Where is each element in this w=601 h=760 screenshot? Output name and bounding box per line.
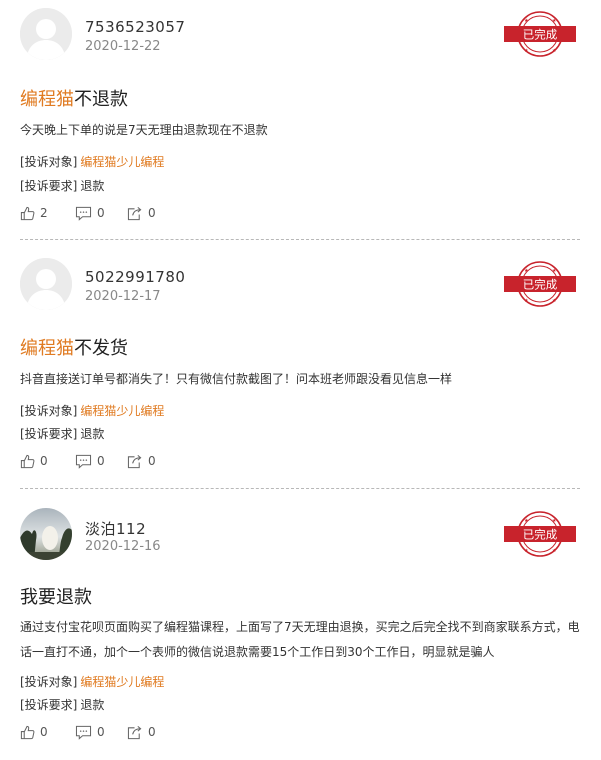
comment-count: 0 (97, 454, 105, 468)
like-button[interactable]: 0 (20, 722, 48, 742)
target-link[interactable]: 编程猫少儿编程 (80, 155, 164, 169)
demand-value: 退款 (80, 698, 105, 712)
avatar[interactable] (20, 508, 72, 560)
title-text: 不退款 (74, 89, 128, 110)
complaint-target-row: [投诉对象] 编程猫少儿编程 (20, 402, 164, 419)
post-date: 2020-12-22 (85, 39, 161, 54)
post-body: 通过支付宝花呗页面购买了编程猫课程，上面写了7天无理由退换，买完之后完全找不到商… (20, 620, 580, 659)
divider (20, 239, 580, 240)
post-date: 2020-12-16 (85, 539, 161, 554)
title-brand: 编程猫 (20, 338, 74, 359)
share-icon (127, 454, 142, 468)
comment-icon (75, 454, 92, 469)
comment-icon (75, 725, 92, 740)
like-count: 0 (40, 725, 48, 739)
demand-value: 退款 (80, 427, 105, 441)
share-count: 0 (148, 725, 156, 739)
stamp-label: 已完成 (523, 528, 558, 542)
post-body: 今天晚上下单的说是7天无理由退款现在不退款 (20, 123, 268, 137)
svg-text:★: ★ (524, 548, 529, 554)
photo-avatar-icon (20, 508, 72, 560)
demand-label: [投诉要求] (20, 179, 78, 193)
share-button[interactable]: 0 (127, 203, 156, 223)
post-date: 2020-12-17 (85, 289, 161, 304)
demand-label: [投诉要求] (20, 427, 78, 441)
svg-text:★: ★ (552, 18, 557, 24)
post-body: 抖音直接送订单号都消失了！只有微信付款截图了！问本班老师跟没看见信息一样 (20, 372, 453, 386)
demand-label: [投诉要求] (20, 698, 78, 712)
share-button[interactable]: 0 (127, 451, 156, 471)
comment-icon (75, 206, 92, 221)
svg-text:★: ★ (524, 18, 529, 24)
default-avatar-icon (20, 8, 72, 60)
like-button[interactable]: 2 (20, 203, 48, 223)
comment-button[interactable]: 0 (75, 451, 105, 471)
svg-text:★: ★ (524, 268, 529, 274)
thumbs-up-icon (20, 454, 35, 468)
svg-text:★: ★ (524, 48, 529, 54)
like-count: 0 (40, 454, 48, 468)
target-label: [投诉对象] (20, 404, 78, 418)
svg-text:★: ★ (552, 298, 557, 304)
share-icon (127, 725, 142, 739)
complaint-demand-row: [投诉要求] 退款 (20, 177, 104, 194)
svg-text:★: ★ (524, 298, 529, 304)
title-brand: 编程猫 (20, 89, 74, 110)
stamp-label: 已完成 (523, 278, 558, 292)
post-title[interactable]: 我要退款 (20, 583, 92, 609)
completed-stamp-icon: ★ ★ ★ ★ 已完成 (504, 11, 576, 57)
target-link[interactable]: 编程猫少儿编程 (80, 675, 164, 689)
like-count: 2 (40, 206, 48, 220)
comment-button[interactable]: 0 (75, 203, 105, 223)
user-name[interactable]: 淡泊112 (85, 518, 146, 539)
default-avatar-icon (20, 258, 72, 310)
complaint-demand-row: [投诉要求] 退款 (20, 696, 104, 713)
post-title[interactable]: 编程猫不退款 (20, 85, 128, 111)
target-link[interactable]: 编程猫少儿编程 (80, 404, 164, 418)
comment-count: 0 (97, 725, 105, 739)
svg-text:★: ★ (552, 48, 557, 54)
user-name[interactable]: 5022991780 (85, 268, 185, 286)
complaint-target-row: [投诉对象] 编程猫少儿编程 (20, 153, 164, 170)
comment-count: 0 (97, 206, 105, 220)
share-count: 0 (148, 206, 156, 220)
svg-text:★: ★ (524, 518, 529, 524)
thumbs-up-icon (20, 725, 35, 739)
target-label: [投诉对象] (20, 155, 78, 169)
share-button[interactable]: 0 (127, 722, 156, 742)
target-label: [投诉对象] (20, 675, 78, 689)
user-name[interactable]: 7536523057 (85, 18, 185, 36)
completed-stamp-icon: ★ ★ ★ ★ 已完成 (504, 261, 576, 307)
title-text: 我要退款 (20, 587, 92, 608)
comment-button[interactable]: 0 (75, 722, 105, 742)
svg-text:★: ★ (552, 268, 557, 274)
post-title[interactable]: 编程猫不发货 (20, 334, 128, 360)
avatar[interactable] (20, 258, 72, 310)
completed-stamp-icon: ★ ★ ★ ★ 已完成 (504, 511, 576, 557)
divider (20, 488, 580, 489)
svg-text:★: ★ (552, 518, 557, 524)
complaint-demand-row: [投诉要求] 退款 (20, 425, 104, 442)
like-button[interactable]: 0 (20, 451, 48, 471)
svg-text:★: ★ (552, 548, 557, 554)
avatar[interactable] (20, 8, 72, 60)
share-count: 0 (148, 454, 156, 468)
title-text: 不发货 (74, 338, 128, 359)
complaint-target-row: [投诉对象] 编程猫少儿编程 (20, 673, 164, 690)
stamp-label: 已完成 (523, 28, 558, 42)
thumbs-up-icon (20, 206, 35, 220)
share-icon (127, 206, 142, 220)
demand-value: 退款 (80, 179, 105, 193)
